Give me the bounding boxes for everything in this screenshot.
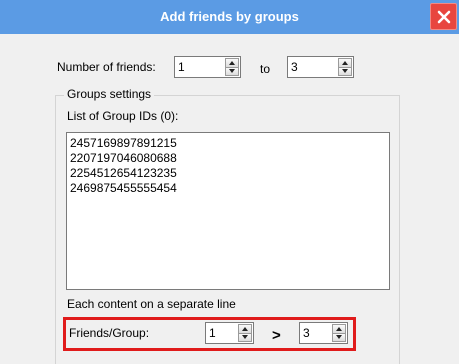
friends-to-value[interactable]: 3 (291, 57, 298, 77)
friends-per-group-max-stepper[interactable]: 3 (299, 322, 348, 344)
friends-per-group-min-value[interactable]: 1 (209, 323, 216, 343)
group-ids-textarea[interactable]: 2457169897891215 2207197046080688 225451… (66, 132, 390, 290)
friends-to-up-button[interactable] (338, 58, 352, 68)
window-title: Add friends by groups (160, 9, 299, 24)
close-icon (437, 10, 450, 23)
per-group-min-up-button[interactable] (238, 324, 252, 334)
to-label: to (260, 62, 271, 76)
arrow-up-icon (336, 326, 342, 331)
group-ids-label: List of Group IDs (0): (67, 109, 179, 123)
number-of-friends-label: Number of friends: (57, 60, 156, 74)
close-button[interactable] (430, 3, 457, 30)
arrow-down-icon (342, 69, 348, 74)
groups-settings-legend: Groups settings (64, 87, 155, 101)
friends-from-up-button[interactable] (225, 58, 239, 68)
friends-to-down-button[interactable] (338, 67, 352, 76)
range-separator: > (272, 327, 281, 344)
separate-line-hint: Each content on a separate line (67, 297, 236, 311)
friends-from-down-button[interactable] (225, 67, 239, 76)
group-id-line: 2469875455555454 (70, 181, 177, 195)
arrow-up-icon (229, 60, 235, 65)
arrow-down-icon (242, 335, 248, 340)
group-id-line: 2207197046080688 (70, 151, 177, 165)
arrow-up-icon (342, 60, 348, 65)
arrow-down-icon (229, 69, 235, 74)
friends-from-value[interactable]: 1 (178, 57, 185, 77)
group-id-line: 2254512654123235 (70, 166, 177, 180)
per-group-max-up-button[interactable] (332, 324, 346, 334)
group-id-line: 2457169897891215 (70, 136, 177, 150)
per-group-min-down-button[interactable] (238, 333, 252, 342)
friends-from-stepper[interactable]: 1 (174, 56, 241, 78)
arrow-up-icon (242, 326, 248, 331)
friends-per-group-min-stepper[interactable]: 1 (205, 322, 254, 344)
per-group-max-down-button[interactable] (332, 333, 346, 342)
friends-per-group-label: Friends/Group: (69, 326, 150, 340)
friends-to-stepper[interactable]: 3 (287, 56, 354, 78)
friends-per-group-max-value[interactable]: 3 (303, 323, 310, 343)
arrow-down-icon (336, 335, 342, 340)
